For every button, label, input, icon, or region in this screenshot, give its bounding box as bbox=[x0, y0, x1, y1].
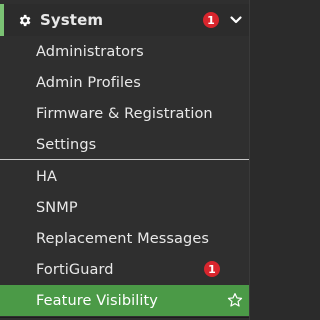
menu-item-ha[interactable]: HA bbox=[0, 161, 249, 192]
menu-item-label: Settings bbox=[36, 136, 97, 153]
menu-item-label: Administrators bbox=[36, 43, 144, 60]
menu-item-settings[interactable]: Settings bbox=[0, 129, 249, 160]
menu-item-administrators[interactable]: Administrators bbox=[0, 36, 249, 67]
menu-item-label: Replacement Messages bbox=[36, 230, 209, 247]
system-menu-title: System bbox=[40, 11, 104, 29]
chevron-down-icon[interactable] bbox=[229, 13, 243, 27]
menu-item-label: SNMP bbox=[36, 199, 78, 216]
menu-item-admin-profiles[interactable]: Admin Profiles bbox=[0, 67, 249, 98]
menu-item-fortiguard[interactable]: FortiGuard 1 bbox=[0, 254, 249, 285]
system-menu-header[interactable]: System 1 bbox=[0, 4, 249, 36]
menu-item-label: Admin Profiles bbox=[36, 74, 141, 91]
menu-item-label: HA bbox=[36, 168, 58, 185]
menu-bottom-border bbox=[0, 317, 249, 318]
menu-divider bbox=[0, 159, 249, 160]
menu-item-replacement-messages[interactable]: Replacement Messages bbox=[0, 223, 249, 254]
menu-item-label: FortiGuard bbox=[36, 261, 114, 278]
menu-item-snmp[interactable]: SNMP bbox=[0, 192, 249, 223]
menu-item-feature-visibility[interactable]: Feature Visibility bbox=[0, 285, 249, 316]
menu-item-label: Feature Visibility bbox=[36, 292, 158, 309]
gear-icon bbox=[16, 12, 32, 28]
menu-item-firmware-registration[interactable]: Firmware & Registration bbox=[0, 98, 249, 129]
system-notification-badge: 1 bbox=[203, 12, 219, 28]
fortiguard-notification-badge: 1 bbox=[204, 261, 220, 277]
menu-item-label: Firmware & Registration bbox=[36, 105, 213, 122]
system-nav-menu: System 1 Administrators Admin Profiles F… bbox=[0, 0, 250, 320]
star-outline-icon[interactable] bbox=[227, 292, 243, 308]
